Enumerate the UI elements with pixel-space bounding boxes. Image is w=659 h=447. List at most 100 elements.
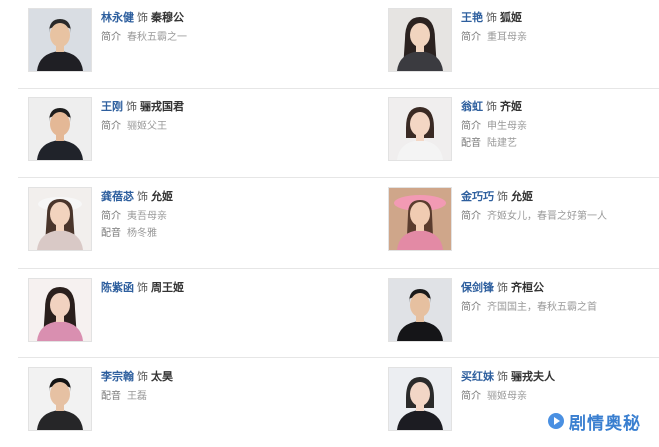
role-name: 太昊 (151, 370, 173, 383)
cast-card[interactable]: 李宗翰饰太昊 配音 王磊 (18, 367, 328, 447)
meta-value: 申生母亲 (487, 121, 527, 132)
meta-label: 简介 (461, 302, 481, 313)
cast-grid: 林永健饰秦穆公 简介 春秋五霸之一 王艳饰狐姬 简介 重耳母亲 王刚饰骊戎国君 简介 骊姬父… (0, 0, 659, 447)
actor-name-link[interactable]: 李宗翰 (101, 370, 134, 383)
intro-line: 简介 骊姬母亲 (461, 390, 659, 404)
plays-label: 饰 (137, 370, 148, 383)
actor-photo[interactable] (388, 8, 452, 72)
plays-label: 饰 (126, 100, 137, 113)
meta-value: 齐国国主，春秋五霸之首 (487, 302, 597, 313)
meta-value: 夷吾母亲 (127, 211, 167, 222)
actor-photo[interactable] (28, 97, 92, 161)
cast-card[interactable]: 翁虹饰齐姬 简介 申生母亲 配音 陆建艺 (378, 97, 659, 177)
role-name: 骊戎夫人 (511, 370, 555, 383)
row-divider (18, 268, 659, 269)
actor-name-link[interactable]: 龚蓓苾 (101, 190, 134, 203)
actor-name-link[interactable]: 陈紫函 (101, 281, 134, 294)
cast-info: 李宗翰饰太昊 配音 王磊 (101, 369, 321, 404)
dubbing-line: 配音 陆建艺 (461, 137, 659, 151)
actor-name-link[interactable]: 王艳 (461, 11, 483, 24)
plays-label: 饰 (497, 281, 508, 294)
cast-card[interactable]: 金巧巧饰允姬 简介 齐姬女儿，春晋之好第一人 (378, 187, 659, 267)
cast-title-line: 林永健饰秦穆公 (101, 10, 321, 26)
actor-photo[interactable] (388, 187, 452, 251)
actor-photo[interactable] (28, 8, 92, 72)
role-name: 允姬 (151, 190, 173, 203)
cast-card[interactable]: 王刚饰骊戎国君简介 骊姬父王 (18, 97, 328, 177)
cast-info: 王刚饰骊戎国君简介 骊姬父王 (101, 99, 321, 134)
role-name: 允姬 (511, 190, 533, 203)
dubbing-line: 配音 王磊 (101, 390, 321, 404)
actor-name-link[interactable]: 王刚 (101, 100, 123, 113)
meta-value: 陆建艺 (487, 138, 517, 149)
meta-label: 配音 (101, 391, 121, 402)
role-name: 秦穆公 (151, 11, 184, 24)
intro-line: 简介 齐国国主，春秋五霸之首 (461, 301, 659, 315)
cast-info: 翁虹饰齐姬 简介 申生母亲 配音 陆建艺 (461, 99, 659, 151)
meta-label: 简介 (101, 121, 121, 132)
meta-label: 简介 (101, 32, 121, 43)
meta-label: 简介 (461, 32, 481, 43)
cast-info: 金巧巧饰允姬 简介 齐姬女儿，春晋之好第一人 (461, 189, 659, 224)
role-name: 骊戎国君 (140, 100, 184, 113)
plays-label: 饰 (486, 11, 497, 24)
plays-label: 饰 (497, 370, 508, 383)
cast-info: 林永健饰秦穆公 简介 春秋五霸之一 (101, 10, 321, 45)
plays-label: 饰 (137, 281, 148, 294)
actor-photo[interactable] (388, 278, 452, 342)
cast-card[interactable]: 陈紫函饰周王姬 (18, 278, 328, 358)
actor-photo[interactable] (388, 97, 452, 161)
actor-name-link[interactable]: 金巧巧 (461, 190, 494, 203)
watermark: 剧情奥秘 (547, 409, 641, 434)
role-name: 狐姬 (500, 11, 522, 24)
cast-title-line: 保剑锋饰齐桓公 (461, 280, 659, 296)
cast-info: 陈紫函饰周王姬 (101, 280, 321, 296)
intro-line: 简介 齐姬女儿，春晋之好第一人 (461, 210, 659, 224)
actor-name-link[interactable]: 保剑锋 (461, 281, 494, 294)
plays-label: 饰 (137, 190, 148, 203)
plays-label: 饰 (497, 190, 508, 203)
actor-photo[interactable] (28, 367, 92, 431)
meta-value: 齐姬女儿，春晋之好第一人 (487, 211, 607, 222)
actor-photo[interactable] (388, 367, 452, 431)
cast-title-line: 翁虹饰齐姬 (461, 99, 659, 115)
cast-title-line: 王艳饰狐姬 (461, 10, 659, 26)
cast-card[interactable]: 龚蓓苾饰允姬 简介 夷吾母亲 配音 杨冬雅 (18, 187, 328, 267)
actor-name-link[interactable]: 翁虹 (461, 100, 483, 113)
intro-line: 简介 骊姬父王 (101, 120, 321, 134)
meta-value: 重耳母亲 (487, 32, 527, 43)
row-divider (18, 177, 659, 178)
meta-label: 简介 (101, 211, 121, 222)
role-name: 齐桓公 (511, 281, 544, 294)
watermark-text: 剧情奥秘 (569, 413, 641, 434)
cast-card[interactable]: 买红妹饰骊戎夫人 简介 骊姬母亲 (378, 367, 659, 447)
actor-name-link[interactable]: 林永健 (101, 11, 134, 24)
cast-info: 保剑锋饰齐桓公 简介 齐国国主，春秋五霸之首 (461, 280, 659, 315)
cast-info: 买红妹饰骊戎夫人 简介 骊姬母亲 (461, 369, 659, 404)
cast-info: 王艳饰狐姬简介 重耳母亲 (461, 10, 659, 45)
meta-value: 杨冬雅 (127, 228, 157, 239)
play-logo-icon (548, 413, 564, 429)
meta-label: 简介 (461, 121, 481, 132)
intro-line: 简介 春秋五霸之一 (101, 31, 321, 45)
plays-label: 饰 (486, 100, 497, 113)
cast-title-line: 李宗翰饰太昊 (101, 369, 321, 385)
row-divider (18, 88, 659, 89)
cast-card[interactable]: 林永健饰秦穆公 简介 春秋五霸之一 (18, 8, 328, 88)
cast-title-line: 买红妹饰骊戎夫人 (461, 369, 659, 385)
cast-info: 龚蓓苾饰允姬 简介 夷吾母亲 配音 杨冬雅 (101, 189, 321, 241)
cast-card[interactable]: 保剑锋饰齐桓公 简介 齐国国主，春秋五霸之首 (378, 278, 659, 358)
dubbing-line: 配音 杨冬雅 (101, 227, 321, 241)
cast-title-line: 金巧巧饰允姬 (461, 189, 659, 205)
role-name: 齐姬 (500, 100, 522, 113)
intro-line: 简介 重耳母亲 (461, 31, 659, 45)
actor-photo[interactable] (28, 187, 92, 251)
meta-value: 骊姬父王 (127, 121, 167, 132)
actor-name-link[interactable]: 买红妹 (461, 370, 494, 383)
intro-line: 简介 夷吾母亲 (101, 210, 321, 224)
actor-photo[interactable] (28, 278, 92, 342)
intro-line: 简介 申生母亲 (461, 120, 659, 134)
cast-title-line: 龚蓓苾饰允姬 (101, 189, 321, 205)
meta-label: 配音 (461, 138, 481, 149)
cast-card[interactable]: 王艳饰狐姬简介 重耳母亲 (378, 8, 659, 88)
